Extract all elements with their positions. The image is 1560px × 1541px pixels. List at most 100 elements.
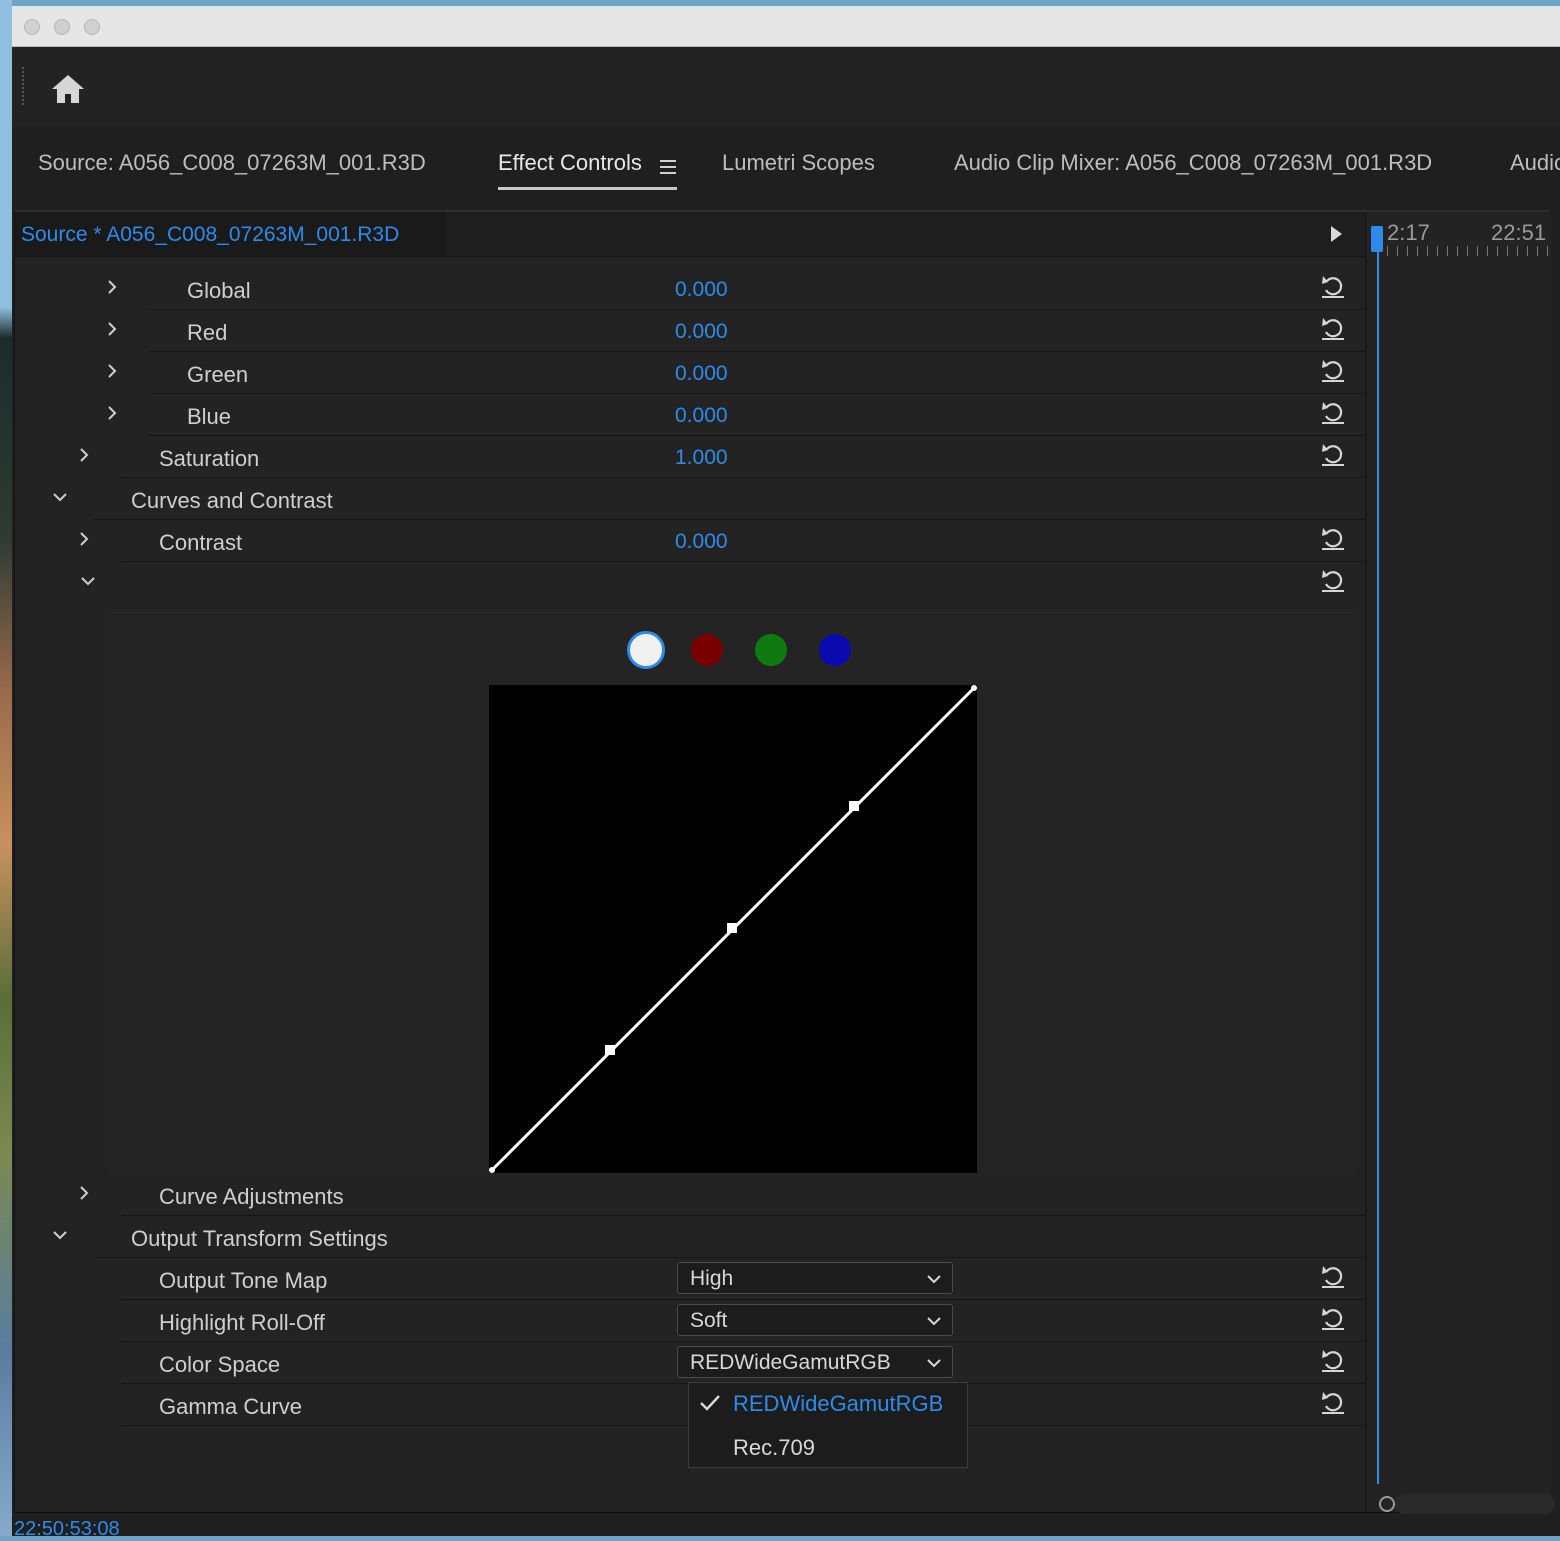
reset-icon[interactable] — [1319, 566, 1347, 594]
param-row-color-space: Color Space REDWideGamutRGB — [15, 1342, 1365, 1384]
panel-grip[interactable] — [22, 67, 28, 105]
section-curves-and-contrast: Curves and Contrast — [15, 478, 1365, 520]
timeline-timecode: 2:17 — [1387, 220, 1430, 245]
chevron-right-icon[interactable] — [101, 276, 123, 298]
curve-control-point[interactable] — [727, 923, 737, 933]
param-row-saturation: Saturation 1.000 — [15, 436, 1365, 478]
param-row-green: Green 0.000 — [15, 352, 1365, 394]
color-space-menu: REDWideGamutRGB Rec.709 — [688, 1382, 968, 1468]
chevron-right-icon[interactable] — [73, 1182, 95, 1204]
zoom-handle[interactable] — [1379, 1496, 1395, 1512]
color-space-dropdown[interactable]: REDWideGamutRGB — [677, 1346, 953, 1378]
param-label: Curve Adjustments — [159, 1184, 344, 1209]
param-row-output-tone-map: Output Tone Map High — [15, 1258, 1365, 1300]
source-clip-label: Source * A056_C008_07263M_001.R3D — [21, 223, 400, 246]
tab-audio-clip-mixer[interactable]: Audio Clip Mixer: A056_C008_07263M_001.R… — [954, 150, 1432, 176]
param-label: Highlight Roll-Off — [159, 1310, 325, 1335]
menu-item-label: REDWideGamutRGB — [733, 1391, 944, 1416]
minimize-window-button[interactable] — [54, 19, 70, 35]
curve-endpoint[interactable] — [489, 1167, 495, 1173]
effect-controls-panel: Source * A056_C008_07263M_001.R3D Global… — [14, 210, 1555, 1514]
app-header — [12, 47, 1560, 127]
curve-channel-blue-button[interactable] — [819, 634, 851, 666]
reset-icon[interactable] — [1319, 1262, 1347, 1290]
param-row-curve — [15, 562, 1365, 604]
param-value-contrast[interactable]: 0.000 — [675, 530, 728, 554]
reset-icon[interactable] — [1319, 440, 1347, 468]
tab-audio[interactable]: Audio — [1510, 150, 1560, 176]
menu-item-label: Rec.709 — [733, 1435, 815, 1460]
reset-icon[interactable] — [1319, 1346, 1347, 1374]
close-window-button[interactable] — [24, 19, 40, 35]
chevron-down-icon[interactable] — [77, 570, 99, 592]
section-output-transform-settings: Output Transform Settings — [15, 1216, 1365, 1258]
reset-icon[interactable] — [1319, 314, 1347, 342]
chevron-right-icon[interactable] — [101, 402, 123, 424]
menu-item-rec709[interactable]: Rec.709 — [689, 1427, 967, 1467]
playhead-handle[interactable] — [1371, 226, 1383, 252]
home-icon[interactable] — [50, 71, 86, 107]
effect-controls-timeline[interactable]: 2:17 22:51 — [1365, 212, 1555, 1514]
curve-control-point[interactable] — [849, 801, 859, 811]
active-tab-indicator — [498, 187, 677, 190]
source-clip-tab[interactable]: Source * A056_C008_07263M_001.R3D — [15, 212, 445, 256]
curve-channel-red-button[interactable] — [691, 634, 723, 666]
param-row-global: Global 0.000 — [15, 268, 1365, 310]
param-label: Blue — [187, 404, 232, 429]
param-value-red[interactable]: 0.000 — [675, 320, 728, 344]
chevron-down-icon[interactable] — [49, 1224, 71, 1246]
panel-menu-icon[interactable] — [660, 160, 676, 174]
timeline-zoom-scrollbar[interactable] — [1395, 1494, 1555, 1514]
curves-editor — [107, 612, 1357, 1173]
curve-graph[interactable] — [489, 685, 977, 1173]
section-label: Output Transform Settings — [131, 1226, 388, 1251]
param-value-global[interactable]: 0.000 — [675, 278, 728, 302]
reset-icon[interactable] — [1319, 1388, 1347, 1416]
param-row-red: Red 0.000 — [15, 310, 1365, 352]
reset-icon[interactable] — [1319, 272, 1347, 300]
param-label: Red — [187, 320, 228, 345]
param-value-saturation[interactable]: 1.000 — [675, 446, 728, 470]
current-timecode[interactable]: 22:50:53:08 — [14, 1518, 120, 1541]
param-value-blue[interactable]: 0.000 — [675, 404, 728, 428]
expand-timeline-arrow-icon[interactable] — [1331, 226, 1342, 242]
output-tone-map-dropdown[interactable]: High — [677, 1262, 953, 1294]
tab-source[interactable]: Source: A056_C008_07263M_001.R3D — [38, 150, 426, 176]
curve-channel-white-button[interactable] — [627, 631, 665, 669]
param-label: Gamma Curve — [159, 1394, 303, 1419]
param-row-curve-adjustments: Curve Adjustments — [15, 1174, 1365, 1216]
time-ruler[interactable] — [1377, 246, 1551, 256]
reset-icon[interactable] — [1319, 1304, 1347, 1332]
chevron-right-icon[interactable] — [101, 318, 123, 340]
tab-lumetri-scopes[interactable]: Lumetri Scopes — [722, 150, 875, 176]
section-label: Curves and Contrast — [131, 488, 333, 513]
panel-header: Source * A056_C008_07263M_001.R3D — [15, 212, 1365, 257]
curve-channel-green-button[interactable] — [755, 634, 787, 666]
curve-control-point[interactable] — [605, 1045, 615, 1055]
zoom-window-button[interactable] — [84, 19, 100, 35]
timeline-timecode: 22:51 — [1491, 220, 1547, 245]
param-label: Color Space — [159, 1352, 281, 1377]
tab-effect-controls[interactable]: Effect Controls — [498, 150, 642, 176]
chevron-down-icon[interactable] — [49, 486, 71, 508]
reset-icon[interactable] — [1319, 398, 1347, 426]
chevron-right-icon[interactable] — [73, 528, 95, 550]
dropdown-value: REDWideGamutRGB — [690, 1351, 891, 1374]
param-label: Green — [187, 362, 249, 387]
chevron-right-icon[interactable] — [73, 444, 95, 466]
chevron-down-icon — [927, 1275, 941, 1284]
desktop-background — [0, 0, 12, 1536]
chevron-down-icon — [927, 1317, 941, 1326]
reset-icon[interactable] — [1319, 356, 1347, 384]
menu-item-redwidegamutrgb[interactable]: REDWideGamutRGB — [689, 1383, 967, 1423]
reset-icon[interactable] — [1319, 524, 1347, 552]
param-value-green[interactable]: 0.000 — [675, 362, 728, 386]
chevron-right-icon[interactable] — [101, 360, 123, 382]
title-bar — [12, 6, 1560, 47]
curve-endpoint[interactable] — [971, 685, 977, 691]
panel-tab-bar: Source: A056_C008_07263M_001.R3D Effect … — [12, 130, 1560, 196]
highlight-rolloff-dropdown[interactable]: Soft — [677, 1304, 953, 1336]
playhead-line — [1377, 252, 1379, 1484]
param-label: Output Tone Map — [159, 1268, 328, 1293]
dropdown-value: Soft — [690, 1309, 728, 1332]
